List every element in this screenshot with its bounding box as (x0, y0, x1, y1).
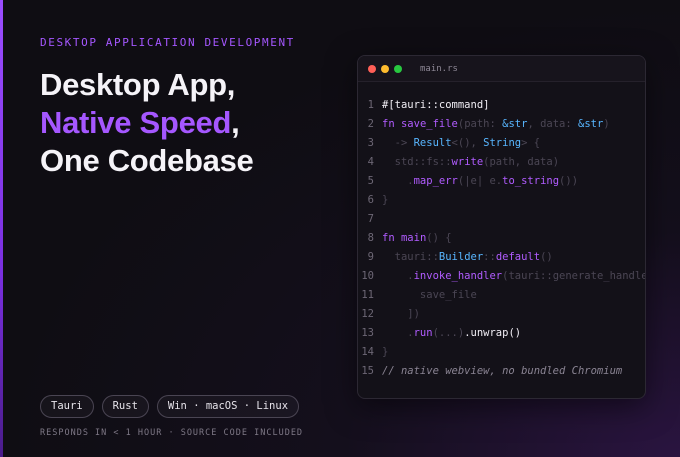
line-number: 10 (361, 270, 374, 282)
line-number: 8 (367, 232, 374, 244)
code-line: 15 // native webview, no bundled Chromiu… (358, 362, 645, 381)
headline-line-1: Desktop App, (40, 67, 236, 102)
minimize-dot-icon (381, 64, 389, 73)
line-number: 2 (367, 118, 374, 130)
code-line: 13 .run(...).unwrap() (358, 324, 645, 343)
code-line: 7 (358, 210, 645, 229)
footnote: RESPONDS IN < 1 HOUR · SOURCE CODE INCLU… (40, 428, 304, 438)
line-number: 1 (367, 99, 374, 111)
code-line: 9 tauri::Builder::default() (358, 248, 645, 267)
code-line: 6 } (358, 191, 645, 210)
accent-bar (0, 0, 3, 457)
headline: Desktop App, Native Speed, One Codebase (40, 66, 254, 180)
code-line: 2 fn save_file(path: &str, data: &str) (358, 115, 645, 134)
line-number: 12 (361, 308, 374, 320)
close-dot-icon (368, 64, 376, 73)
eyebrow-label: DESKTOP APPLICATION DEVELOPMENT (40, 36, 295, 49)
code-line: 11 save_file (358, 286, 645, 305)
line-number: 5 (367, 175, 374, 187)
code-line: 3 -> Result<(), String> { (358, 134, 645, 153)
line-number: 4 (367, 156, 374, 168)
headline-line-2: Native Speed, (40, 104, 253, 142)
code-line: 10 .invoke_handler(tauri::generate_handl… (358, 267, 645, 286)
headline-comma: , (231, 105, 240, 140)
line-number: 13 (361, 327, 374, 339)
tag-tauri: Tauri (40, 395, 94, 418)
code-comment: // native webview, no bundled Chromium (382, 365, 623, 377)
maximize-dot-icon (394, 64, 402, 73)
line-number: 15 (361, 365, 374, 377)
editor-titlebar: main.rs (358, 56, 645, 82)
line-number: 7 (367, 213, 374, 225)
tag-rust: Rust (101, 395, 149, 418)
code-block: 1 #[tauri::command] 2 fn save_file(path:… (358, 96, 645, 381)
line-number: 9 (367, 251, 374, 263)
code-editor-window: main.rs 1 #[tauri::command] 2 fn save_fi… (357, 55, 646, 399)
editor-filename: main.rs (420, 63, 458, 74)
code-line: 4 std::fs::write(path, data) (358, 153, 645, 172)
tag-platforms: Win · macOS · Linux (156, 395, 300, 418)
headline-accent: Native Speed (40, 105, 232, 140)
tech-tags: Tauri Rust Win · macOS · Linux (40, 395, 300, 418)
code-line: 5 .map_err(|e| e.to_string()) (358, 172, 645, 191)
line-number: 14 (361, 346, 374, 358)
code-line: 14 } (358, 343, 645, 362)
code-line: 12 ]) (358, 305, 645, 324)
code-line: 1 #[tauri::command] (358, 96, 645, 115)
line-number: 6 (367, 194, 374, 206)
code-line: 8 fn main() { (358, 229, 645, 248)
headline-line-3: One Codebase (40, 143, 254, 178)
line-number: 11 (361, 289, 374, 301)
line-number: 3 (367, 137, 374, 149)
